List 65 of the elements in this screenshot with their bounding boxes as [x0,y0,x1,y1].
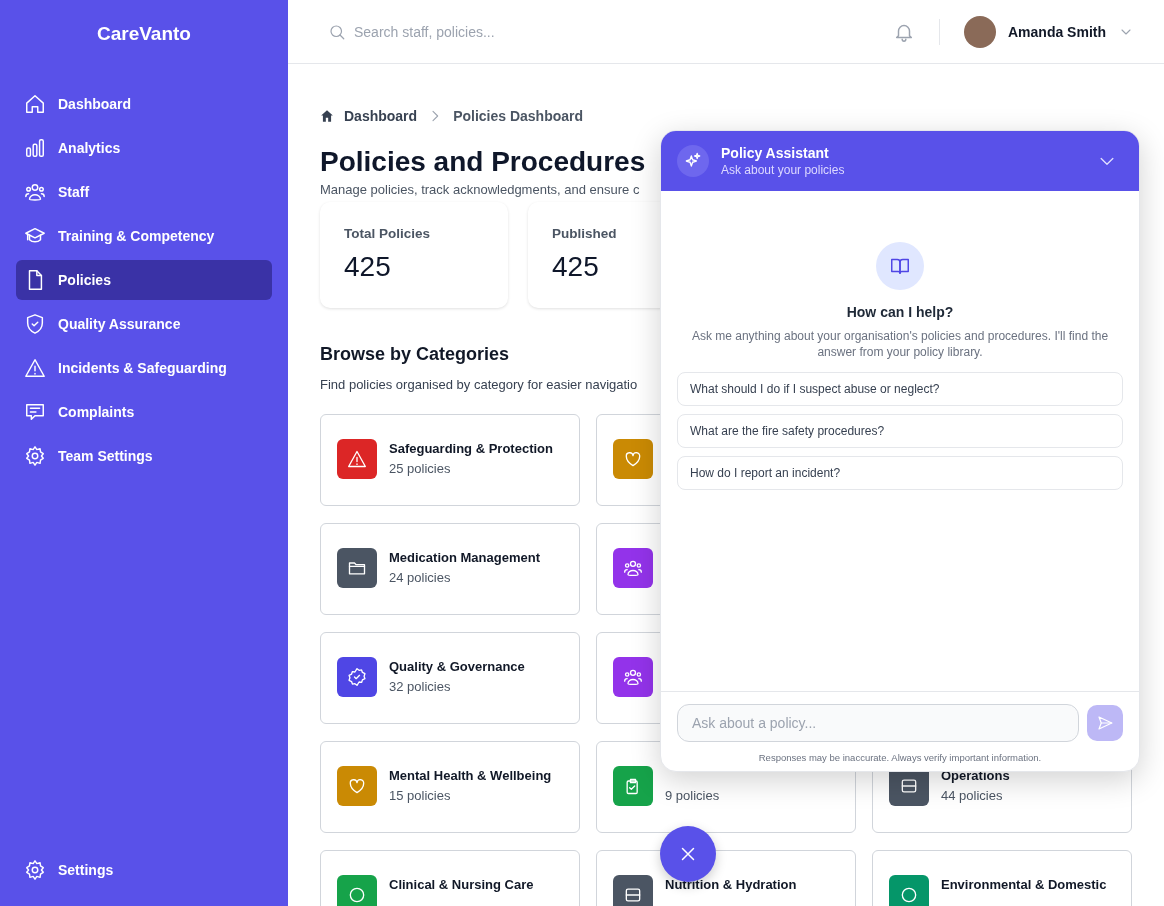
settings-icon [24,445,46,467]
category-card[interactable]: Clinical & Nursing Care [320,850,580,906]
category-count: 9 policies [665,788,720,804]
sidebar-item[interactable]: Policies [16,260,272,300]
message-icon [24,401,46,423]
message-input[interactable]: Ask about a policy... [677,704,1079,742]
people-icon [24,181,46,203]
user-menu[interactable]: Amanda Smith [964,15,1134,48]
sidebar-item[interactable]: Incidents & Safeguarding [16,348,272,388]
category-card[interactable]: Nutrition & Hydration [596,850,856,906]
stat-value: 425 [552,251,600,283]
suggestion-button[interactable]: How do I report an incident? [677,456,1123,490]
home-icon [320,109,334,123]
app-logo: CareVanto [97,22,191,46]
search-icon [328,22,346,41]
category-card[interactable]: Quality & Governance 32 policies [320,632,580,724]
sidebar-item[interactable]: Staff [16,172,272,212]
suggestion-button[interactable]: What should I do if I suspect abuse or neglect? [677,372,1123,406]
stat-value: 425 [344,251,392,283]
shield-check-icon [24,313,46,335]
stat-label: Published [552,226,618,241]
help-text: Ask me anything about your organisation's policies and procedures. I'll find the answer from your policy library. [690,328,1110,360]
category-title: Quality & Governance [389,659,525,675]
page-subtitle: Manage policies, track acknowledgments, and ensure c [320,182,640,197]
send-icon [1096,714,1114,732]
category-card[interactable]: Mental Health & Wellbeing 15 policies [320,741,580,833]
category-count: 32 policies [389,679,452,695]
suggestion-button[interactable]: What are the fire safety procedures? [677,414,1123,448]
sidebar-item[interactable]: Training & Competency [16,216,272,256]
category-card[interactable]: Medication Management 24 policies [320,523,580,615]
category-title: Operations [941,768,1010,784]
home-icon [24,93,46,115]
category-title: Medication Management [389,550,540,566]
settings-icon [24,859,46,881]
bar-chart-icon [24,137,46,159]
book-icon [876,242,924,290]
category-count: 44 policies [941,788,1004,804]
avatar [964,15,996,48]
category-title: Clinical & Nursing Care [389,877,534,893]
section-title: Browse by Categories [320,344,510,365]
sidebar-item[interactable]: Quality Assurance [16,304,272,344]
warning-icon [24,357,46,379]
panel-title: Policy Assistant [721,145,830,161]
stat-label: Total Policies [344,226,432,241]
breadcrumb-link[interactable]: Dashboard [344,108,418,124]
sidebar-item[interactable]: Analytics [16,128,272,168]
category-count: 25 policies [389,461,452,477]
category-card[interactable]: Environmental & Domestic [872,850,1132,906]
section-subtitle: Find policies organised by category for easier navigatio [320,377,638,392]
category-card[interactable]: Safeguarding & Protection 25 policies [320,414,580,506]
sidebar-item[interactable]: Complaints [16,392,272,432]
sidebar-item[interactable]: Settings [16,850,272,890]
category-count: 15 policies [389,788,452,804]
category-title: Environmental & Domestic [941,877,1107,893]
category-title: Safeguarding & Protection [389,441,553,457]
category-count: 24 policies [389,570,452,586]
category-title: Mental Health & Wellbeing [389,768,552,784]
sparkle-icon [677,145,709,177]
sidebar-item[interactable]: Team Settings [16,436,272,476]
category-title: Nutrition & Hydration [665,877,797,893]
sidebar-item[interactable]: Dashboard [16,84,272,124]
help-heading: How can I help? [846,304,954,320]
page-title: Policies and Procedures [320,146,646,178]
search-field[interactable]: Search staff, policies... [328,22,628,41]
panel-subtitle: Ask about your policies [721,163,846,177]
